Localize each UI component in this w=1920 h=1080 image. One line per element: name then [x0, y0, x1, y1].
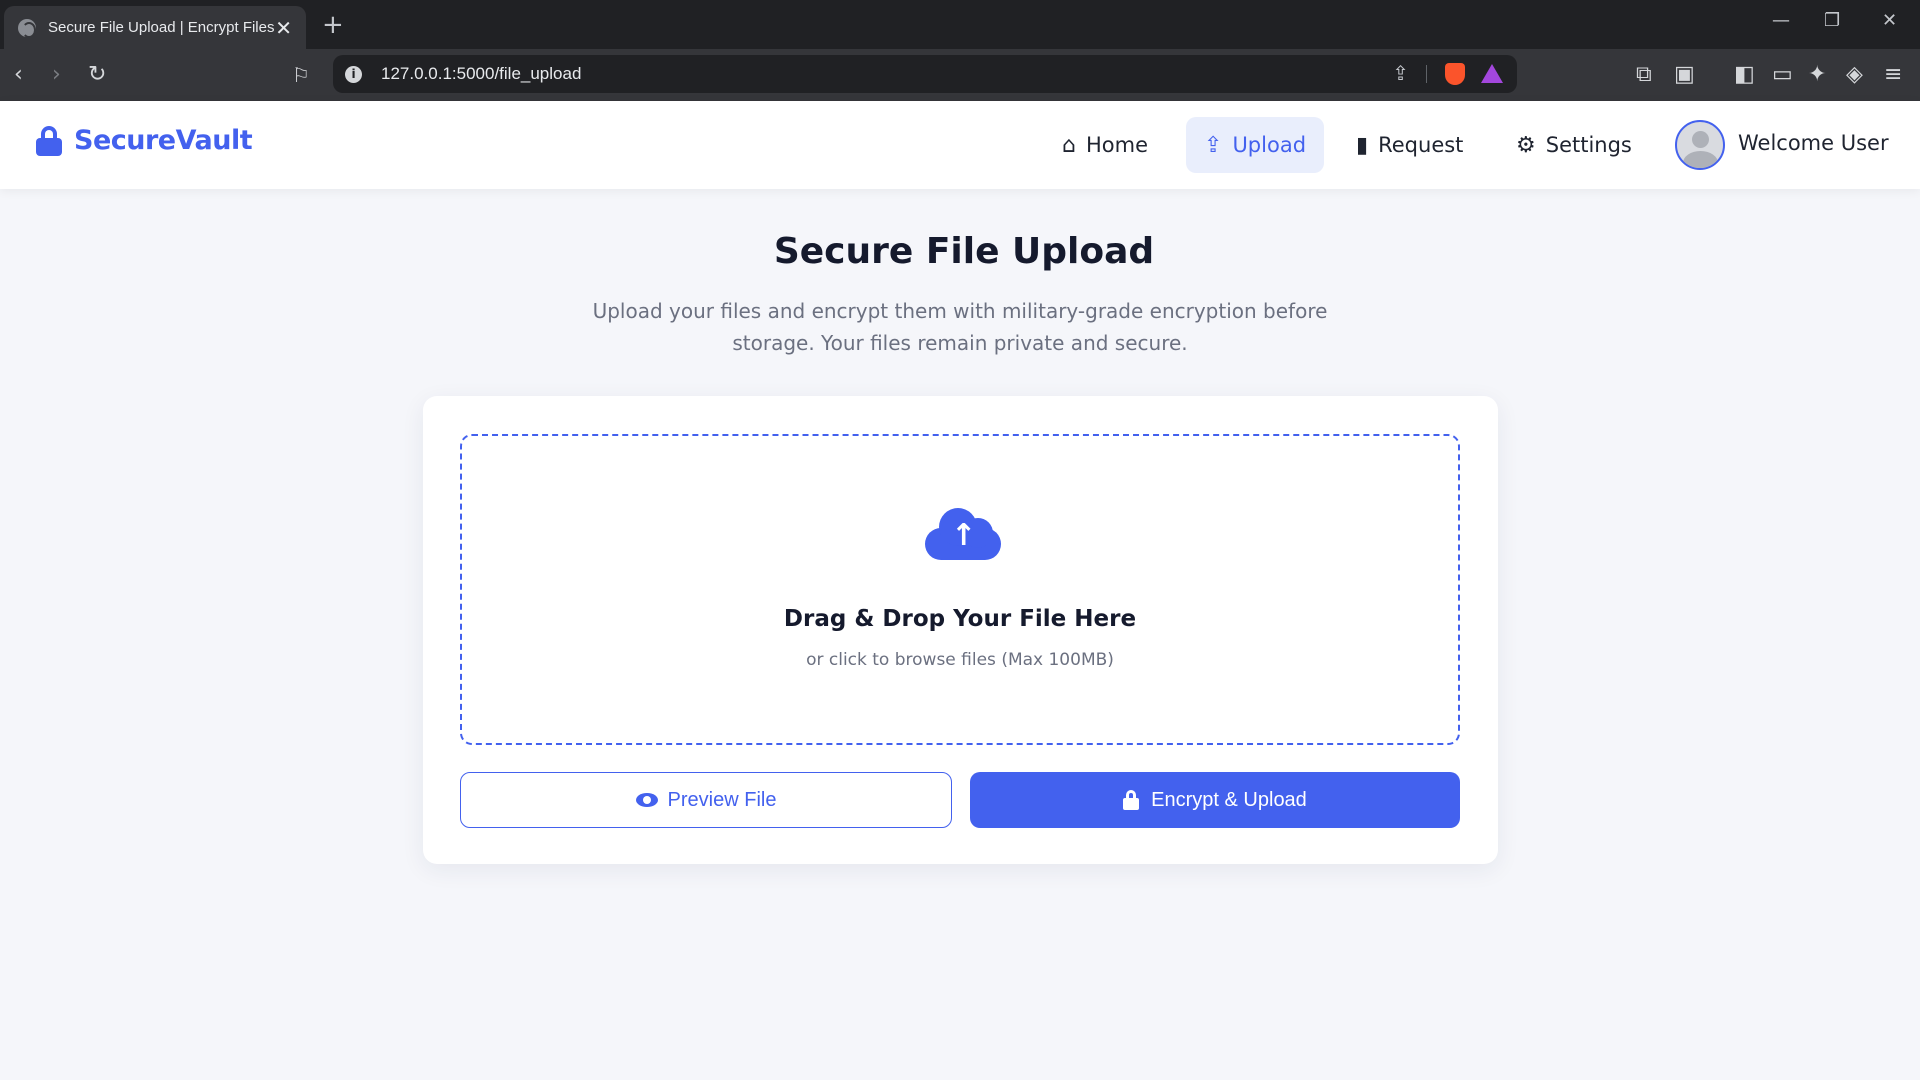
upload-icon: ⇪ — [1204, 132, 1223, 158]
welcome-user-label[interactable]: Welcome User — [1738, 131, 1889, 155]
page-subtitle: Upload your files and encrypt them with … — [592, 299, 1328, 355]
nav-item-label: Home — [1085, 133, 1148, 157]
globe-icon — [18, 18, 36, 38]
nav-item-label: Request — [1378, 133, 1464, 157]
minimize-icon[interactable]: — — [1772, 10, 1790, 31]
upload-card: ↑ Drag & Drop Your File Here or click to… — [423, 396, 1498, 864]
brand-logo[interactable]: SecureVault — [36, 125, 253, 156]
lock-icon — [1123, 790, 1140, 810]
encrypt-upload-label: Encrypt & Upload — [1151, 788, 1307, 811]
share-icon[interactable]: ⇪ — [1392, 61, 1409, 85]
nav-item-request[interactable]: ▮ Request — [1338, 117, 1481, 173]
app-viewport: SecureVault ⌂ Home ⇪ Upload ▮ Request ⚙ … — [0, 101, 1920, 1080]
tab-title: Secure File Upload | Encrypt Files — [48, 19, 275, 36]
eye-icon — [635, 793, 658, 807]
forward-icon[interactable]: › — [52, 61, 61, 89]
dropzone-subtitle: or click to browse files (Max 100MB) — [806, 650, 1114, 670]
browser-toolbar: ‹ › ↻ ⚐ i 127.0.0.1:5000/file_upload ⇪ ⧉… — [0, 49, 1920, 101]
sidebar-icon[interactable]: ◧ — [1734, 61, 1755, 89]
brand-name: SecureVault — [74, 125, 253, 156]
home-icon: ⌂ — [1062, 132, 1076, 158]
browser-tab[interactable]: Secure File Upload | Encrypt Files ✕ — [4, 6, 306, 49]
extensions-icon[interactable]: ⧉ — [1636, 61, 1652, 89]
menu-icon[interactable]: ≡ — [1884, 61, 1902, 89]
leo-ai-icon[interactable]: ✦ — [1808, 61, 1826, 89]
omnibox-divider — [1426, 65, 1427, 83]
url-text[interactable]: 127.0.0.1:5000/file_upload — [381, 64, 581, 84]
brave-shields-icon[interactable] — [1445, 63, 1465, 85]
back-icon[interactable]: ‹ — [14, 61, 23, 89]
address-bar[interactable]: i 127.0.0.1:5000/file_upload ⇪ — [333, 55, 1517, 93]
preview-file-button[interactable]: Preview File — [460, 772, 952, 828]
wallet-icon[interactable]: ▭ — [1772, 61, 1793, 89]
nav-item-upload[interactable]: ⇪ Upload — [1186, 117, 1325, 173]
avatar[interactable] — [1675, 120, 1725, 170]
vpn-icon[interactable]: ◈ — [1846, 61, 1863, 89]
page-title: Secure File Upload — [773, 231, 1155, 272]
nav-item-label: Settings — [1545, 133, 1632, 157]
brave-rewards-icon[interactable] — [1481, 64, 1503, 83]
new-tab-button[interactable]: + — [322, 10, 344, 40]
dropzone-title: Drag & Drop Your File Here — [783, 606, 1137, 632]
browser-tab-bar: Secure File Upload | Encrypt Files ✕ + —… — [0, 0, 1920, 49]
nav-item-label: Upload — [1232, 133, 1307, 157]
restore-icon[interactable]: ❐ — [1824, 10, 1840, 31]
window-close-icon[interactable]: ✕ — [1882, 10, 1897, 31]
gear-icon: ⚙ — [1516, 132, 1536, 158]
top-navbar: SecureVault ⌂ Home ⇪ Upload ▮ Request ⚙ … — [0, 101, 1920, 189]
lock-icon — [36, 125, 62, 156]
cloud-upload-icon: ↑ — [925, 504, 1001, 560]
site-info-icon[interactable]: i — [345, 66, 362, 83]
reader-icon[interactable]: ▣ — [1674, 61, 1695, 89]
bookmark-icon[interactable]: ⚐ — [292, 61, 310, 89]
encrypt-upload-button[interactable]: Encrypt & Upload — [970, 772, 1460, 828]
nav-item-settings[interactable]: ⚙ Settings — [1498, 117, 1650, 173]
reload-icon[interactable]: ↻ — [88, 61, 106, 89]
tab-close-icon[interactable]: ✕ — [275, 18, 292, 38]
file-request-icon: ▮ — [1356, 132, 1369, 158]
file-dropzone[interactable]: ↑ Drag & Drop Your File Here or click to… — [460, 434, 1460, 745]
preview-file-label: Preview File — [667, 788, 777, 811]
nav-item-home[interactable]: ⌂ Home — [1044, 117, 1166, 173]
